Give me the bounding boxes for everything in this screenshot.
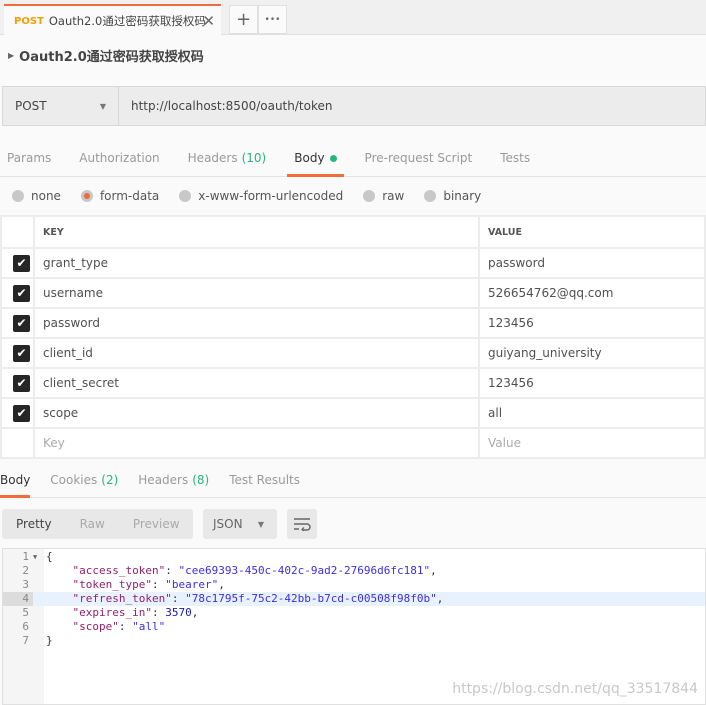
table-row: ✔ password 123456 (0, 307, 706, 339)
chevron-down-icon: ▼ (257, 519, 264, 529)
more-tabs-button[interactable]: ••• (258, 5, 287, 34)
tab-headers[interactable]: Headers (10) (181, 140, 274, 177)
view-mode-group: Pretty Raw Preview (2, 509, 193, 539)
form-data-table: KEY VALUE ✔ grant_type password ✔ username 52… (0, 215, 706, 459)
new-tab-button[interactable]: + (229, 5, 258, 34)
response-tabs: Body Cookies (2) Headers (8) Test Results (0, 462, 706, 498)
new-key-input[interactable]: Key (33, 427, 480, 459)
tab-test-results[interactable]: Test Results (229, 462, 300, 498)
checkbox[interactable]: ✔ (13, 404, 30, 422)
url-bar: POST ▼ http://localhost:8500/oauth/token (2, 86, 706, 126)
wrap-icon (294, 518, 311, 531)
radio-form-data[interactable]: form-data (80, 189, 159, 203)
tab-title: Oauth2.0通过密码获取授权码 (48, 14, 206, 28)
checkbox[interactable]: ✔ (13, 344, 30, 362)
new-row: Key Value (0, 427, 706, 459)
raw-button[interactable]: Raw (66, 517, 119, 531)
chevron-down-icon: ▼ (99, 101, 106, 111)
request-name[interactable]: ▶ Oauth2.0通过密码获取授权码 (8, 46, 204, 65)
key-header: KEY (33, 215, 480, 249)
preview-button[interactable]: Preview (119, 517, 194, 531)
tab-method: POST (14, 15, 44, 27)
table-row: ✔ username 526654762@qq.com (0, 277, 706, 309)
radio-none[interactable]: none (12, 189, 61, 203)
url-input[interactable]: http://localhost:8500/oauth/token (119, 87, 332, 125)
body-type-radios: none form-data x-www-form-urlencoded raw… (12, 189, 501, 203)
new-value-input[interactable]: Value (478, 427, 706, 459)
request-tab[interactable]: POST Oauth2.0通过密码获取授权码 ✕ (4, 4, 221, 36)
tab-pre-request-script[interactable]: Pre-request Script (358, 140, 480, 177)
table-row: ✔ client_secret 123456 (0, 367, 706, 399)
tab-body[interactable]: Body (287, 140, 344, 177)
table-row: ✔ scope all (0, 397, 706, 429)
more-icon: ••• (264, 14, 281, 25)
checkbox[interactable]: ✔ (13, 374, 30, 392)
table-row: ✔ grant_type password (0, 247, 706, 279)
pretty-button[interactable]: Pretty (2, 517, 66, 531)
tab-cookies[interactable]: Cookies (2) (50, 462, 118, 498)
status-dot-icon (329, 154, 337, 162)
tab-response-body[interactable]: Body (0, 462, 31, 498)
checkbox[interactable]: ✔ (13, 254, 30, 272)
tab-response-headers[interactable]: Headers (8) (138, 462, 209, 498)
wrap-lines-button[interactable] (287, 509, 317, 539)
checkbox[interactable]: ✔ (13, 314, 30, 332)
watermark: https://blog.csdn.net/qq_33517844 (452, 681, 698, 697)
method-select[interactable]: POST ▼ (3, 87, 119, 125)
fold-icon: ▼ (33, 553, 38, 561)
tab-tests[interactable]: Tests (493, 140, 537, 177)
request-tabs: Params Authorization Headers (10) Body Pr… (0, 140, 706, 177)
radio-urlencoded[interactable]: x-www-form-urlencoded (179, 189, 343, 203)
radio-raw[interactable]: raw (363, 189, 404, 203)
value-header: VALUE (478, 215, 706, 249)
close-icon[interactable]: ✕ (202, 12, 215, 30)
radio-binary[interactable]: binary (424, 189, 481, 203)
expand-icon[interactable]: ▶ (8, 51, 14, 60)
format-select[interactable]: JSON ▼ (203, 509, 277, 539)
checkbox[interactable]: ✔ (13, 284, 30, 302)
tab-params[interactable]: Params (0, 140, 58, 177)
table-row: ✔ client_id guiyang_university (0, 337, 706, 369)
tab-authorization[interactable]: Authorization (72, 140, 166, 177)
plus-icon: + (235, 9, 252, 30)
